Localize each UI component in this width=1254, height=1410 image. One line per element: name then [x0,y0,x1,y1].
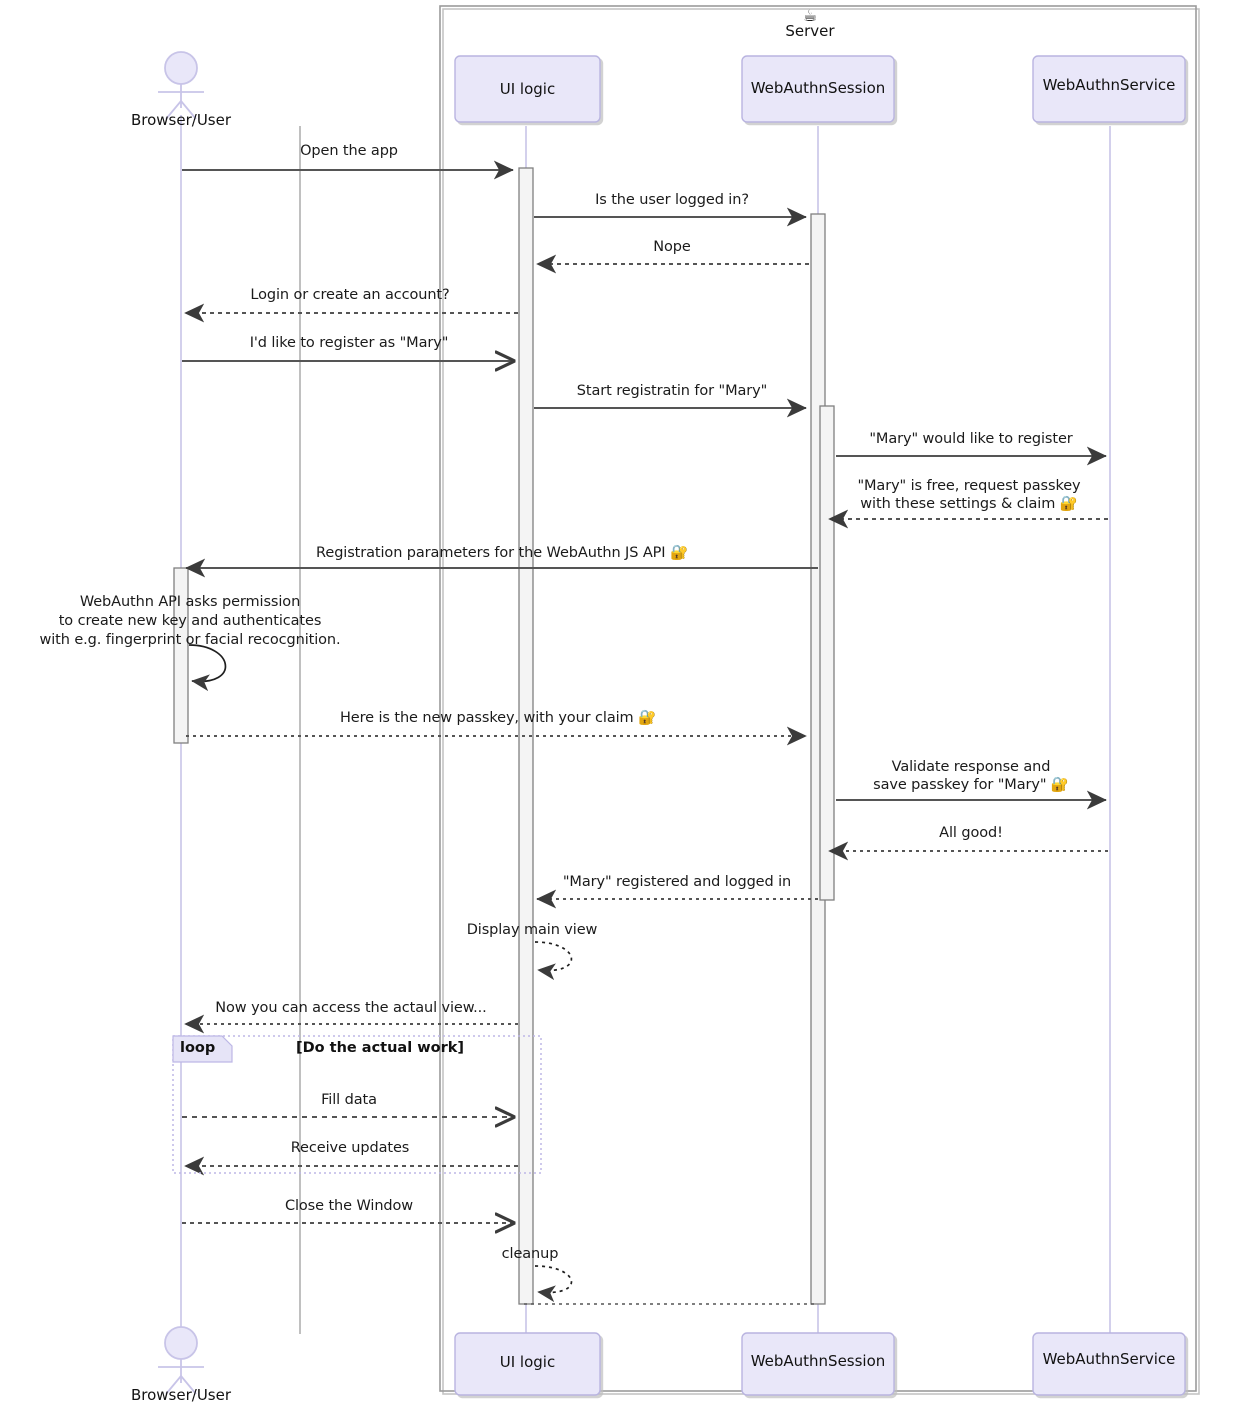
note-label-webauthn-api-line3: with e.g. fingerprint or facial recocgni… [39,632,341,648]
self-message-cleanup [534,1265,573,1303]
message-label-nope: Nope [653,239,691,255]
actor-label-browser-user-top[interactable]: Browser/User [101,111,261,129]
message-label-id-like-to-register-as-mary: I'd like to register as "Mary" [249,335,449,351]
self-message-display-main-view [534,941,573,981]
message-label-validate-response-line2: save passkey for "Mary" 🔐 [873,777,1069,793]
participant-label-webauthnsession-top[interactable]: WebAuthnSession [742,79,894,97]
message-label-close-the-window: Close the Window [284,1198,414,1214]
message-label-start-registration-for-mary: Start registratin for "Mary" [576,383,768,399]
message-label-is-the-user-logged-in: Is the user logged in? [595,192,749,208]
server-group-label: Server [785,22,835,40]
message-label-mary-would-like-to-register: "Mary" would like to register [869,431,1073,447]
message-label-mary-registered-and-logged-in: "Mary" registered and logged in [562,874,792,890]
participant-label-ui-logic-bottom[interactable]: UI logic [455,1353,600,1371]
message-label-validate-response-line1: Validate response and [891,759,1051,775]
message-label-open-the-app: Open the app [300,143,398,159]
message-label-display-main-view: Display main view [466,922,598,938]
participant-label-ui-logic-top[interactable]: UI logic [455,80,600,98]
message-label-mary-is-free-line1: "Mary" is free, request passkey [857,478,1081,494]
message-label-here-is-the-new-passkey: Here is the new passkey, with your claim… [339,710,657,726]
message-label-login-or-create-an-account: Login or create an account? [250,287,450,303]
sequence-diagram-canvas: ui (dashed) --> user (dashed) --> sessio… [0,0,1254,1410]
participant-label-webauthnsession-bottom[interactable]: WebAuthnSession [742,1352,894,1370]
note-label-webauthn-api-line1: WebAuthn API asks permission [79,594,301,610]
actor-label-browser-user-bottom[interactable]: Browser/User [101,1386,261,1404]
message-label-registration-parameters: Registration parameters for the WebAuthn… [316,545,688,561]
message-label-all-good: All good! [939,825,1003,841]
message-label-cleanup: cleanup [501,1246,559,1262]
message-label-fill-data: Fill data [321,1092,377,1108]
self-message-webauthn-api-permission [188,644,227,692]
participant-label-webauthnservice-top[interactable]: WebAuthnService [1033,76,1185,94]
message-label-receive-updates: Receive updates [290,1140,410,1156]
note-label-webauthn-api-line2: to create new key and authenticates [58,613,322,629]
loop-fragment-label: loop [180,1040,216,1056]
loop-fragment-condition: [Do the actual work] [295,1040,465,1056]
actor-icon-browser-user-top [158,51,204,120]
message-label-now-you-can-access-the-actual-view: Now you can access the actaul view... [215,1000,487,1016]
participant-label-webauthnservice-bottom[interactable]: WebAuthnService [1033,1350,1185,1368]
actor-icon-browser-user-bottom [158,1326,204,1395]
message-label-mary-is-free-line2: with these settings & claim 🔐 [860,496,1078,512]
